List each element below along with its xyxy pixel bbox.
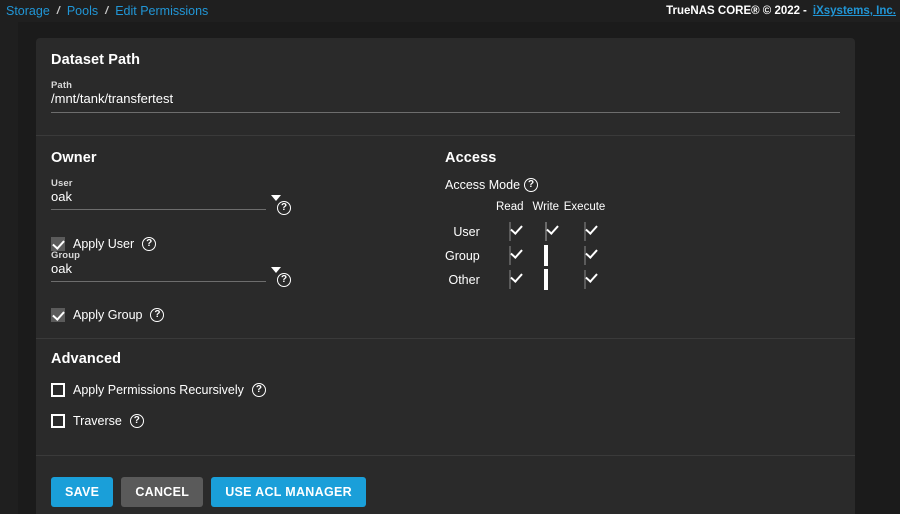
permissions-matrix: Read Write Execute User Group Other [445,201,605,292]
user-help-icon[interactable]: ? [277,201,291,215]
cell-group-execute[interactable] [564,244,606,268]
traverse-help-icon[interactable]: ? [129,414,144,428]
breadcrumb-separator: / [56,5,60,17]
form-action-bar: SAVE CANCEL USE ACL MANAGER [51,477,366,507]
breadcrumb-item-edit-permissions[interactable]: Edit Permissions [115,4,208,18]
group-write-checkbox[interactable] [543,245,548,266]
top-bar: Storage / Pools / Edit Permissions TrueN… [0,0,900,22]
page-content: Dataset Path Path /mnt/tank/transfertest… [18,22,900,514]
path-field: Path /mnt/tank/transfertest [51,80,840,113]
copyright-notice: TrueNAS CORE® © 2022 - iXsystems, Inc. [666,0,896,22]
edit-permissions-card: Dataset Path Path /mnt/tank/transfertest… [36,38,855,514]
user-select-field[interactable]: User oak [51,178,281,210]
other-write-checkbox[interactable] [543,269,548,290]
group-help-icon[interactable]: ? [277,273,291,287]
table-row: Other [445,268,605,292]
column-header-read: Read [496,201,524,213]
column-header-execute: Execute [563,201,606,213]
cell-user-read[interactable] [492,220,528,244]
access-mode-label: Access Mode [445,178,521,192]
group-read-checkbox[interactable] [508,246,511,265]
user-select-value[interactable]: oak [51,189,266,204]
user-label: User [51,178,73,189]
cancel-button[interactable]: CANCEL [121,477,204,507]
cell-other-execute[interactable] [564,268,606,292]
access-title: Access [445,150,497,166]
path-underline [51,112,840,113]
permissions-header-row: Read Write Execute [445,201,605,220]
owner-title: Owner [51,150,97,166]
row-label-other: Other [448,273,480,287]
user-execute-checkbox[interactable] [583,222,586,241]
sidebar-rail [0,22,18,514]
breadcrumb: Storage / Pools / Edit Permissions [6,0,208,22]
cell-group-write[interactable] [528,244,564,268]
group-execute-checkbox[interactable] [583,246,586,265]
apply-group-help-icon[interactable]: ? [150,308,165,322]
section-divider [36,338,855,339]
other-execute-checkbox[interactable] [583,270,586,289]
group-label: Group [51,250,80,261]
copyright-dash: - [803,5,807,17]
advanced-title: Advanced [51,351,122,367]
breadcrumb-item-pools[interactable]: Pools [67,4,98,18]
apply-permissions-recursively-help-icon[interactable]: ? [251,383,266,397]
apply-user-checkbox[interactable] [51,237,65,251]
apply-user-help-icon[interactable]: ? [142,237,157,251]
cell-other-write[interactable] [528,268,564,292]
section-divider [36,455,855,456]
vendor-link[interactable]: iXsystems, Inc. [813,5,896,17]
group-select-field[interactable]: Group oak [51,250,281,282]
cell-group-read[interactable] [492,244,528,268]
table-row: User [445,220,605,244]
user-write-checkbox[interactable] [544,222,547,241]
save-button[interactable]: SAVE [51,477,114,507]
user-read-checkbox[interactable] [508,222,511,241]
path-input[interactable]: /mnt/tank/transfertest [51,91,840,106]
column-header-write: Write [532,201,560,213]
table-row: Group [445,244,605,268]
use-acl-manager-button[interactable]: USE ACL MANAGER [211,477,366,507]
group-underline [51,281,266,282]
apply-user-label: Apply User [73,237,135,251]
chevron-down-icon[interactable] [271,267,281,273]
breadcrumb-item-storage[interactable]: Storage [6,4,50,18]
breadcrumb-separator: / [105,5,109,17]
access-mode-row: Access Mode ? [445,178,539,192]
apply-group-checkbox[interactable] [51,308,65,322]
apply-group-label: Apply Group [73,308,143,322]
other-read-checkbox[interactable] [508,270,511,289]
access-mode-help-icon[interactable]: ? [524,178,539,192]
row-label-group: Group [445,249,480,263]
section-divider [36,135,855,136]
copyright-text: TrueNAS CORE® © 2022 [666,5,801,17]
group-select-value[interactable]: oak [51,261,266,276]
apply-permissions-recursively-checkbox[interactable] [51,383,65,397]
cell-user-execute[interactable] [564,220,606,244]
apply-permissions-recursively-label: Apply Permissions Recursively [73,383,244,397]
chevron-down-icon[interactable] [271,195,281,201]
apply-group-row[interactable]: Apply Group ? [51,308,165,322]
traverse-row[interactable]: Traverse ? [51,414,144,428]
cell-user-write[interactable] [528,220,564,244]
traverse-label: Traverse [73,414,122,428]
dataset-path-title: Dataset Path [51,52,141,68]
permissions-corner-cell [445,201,492,220]
traverse-checkbox[interactable] [51,414,65,428]
cell-other-read[interactable] [492,268,528,292]
apply-user-row[interactable]: Apply User ? [51,237,157,251]
row-label-user: User [453,225,480,239]
user-underline [51,209,266,210]
apply-recursively-row[interactable]: Apply Permissions Recursively ? [51,383,266,397]
path-label: Path [51,80,72,91]
